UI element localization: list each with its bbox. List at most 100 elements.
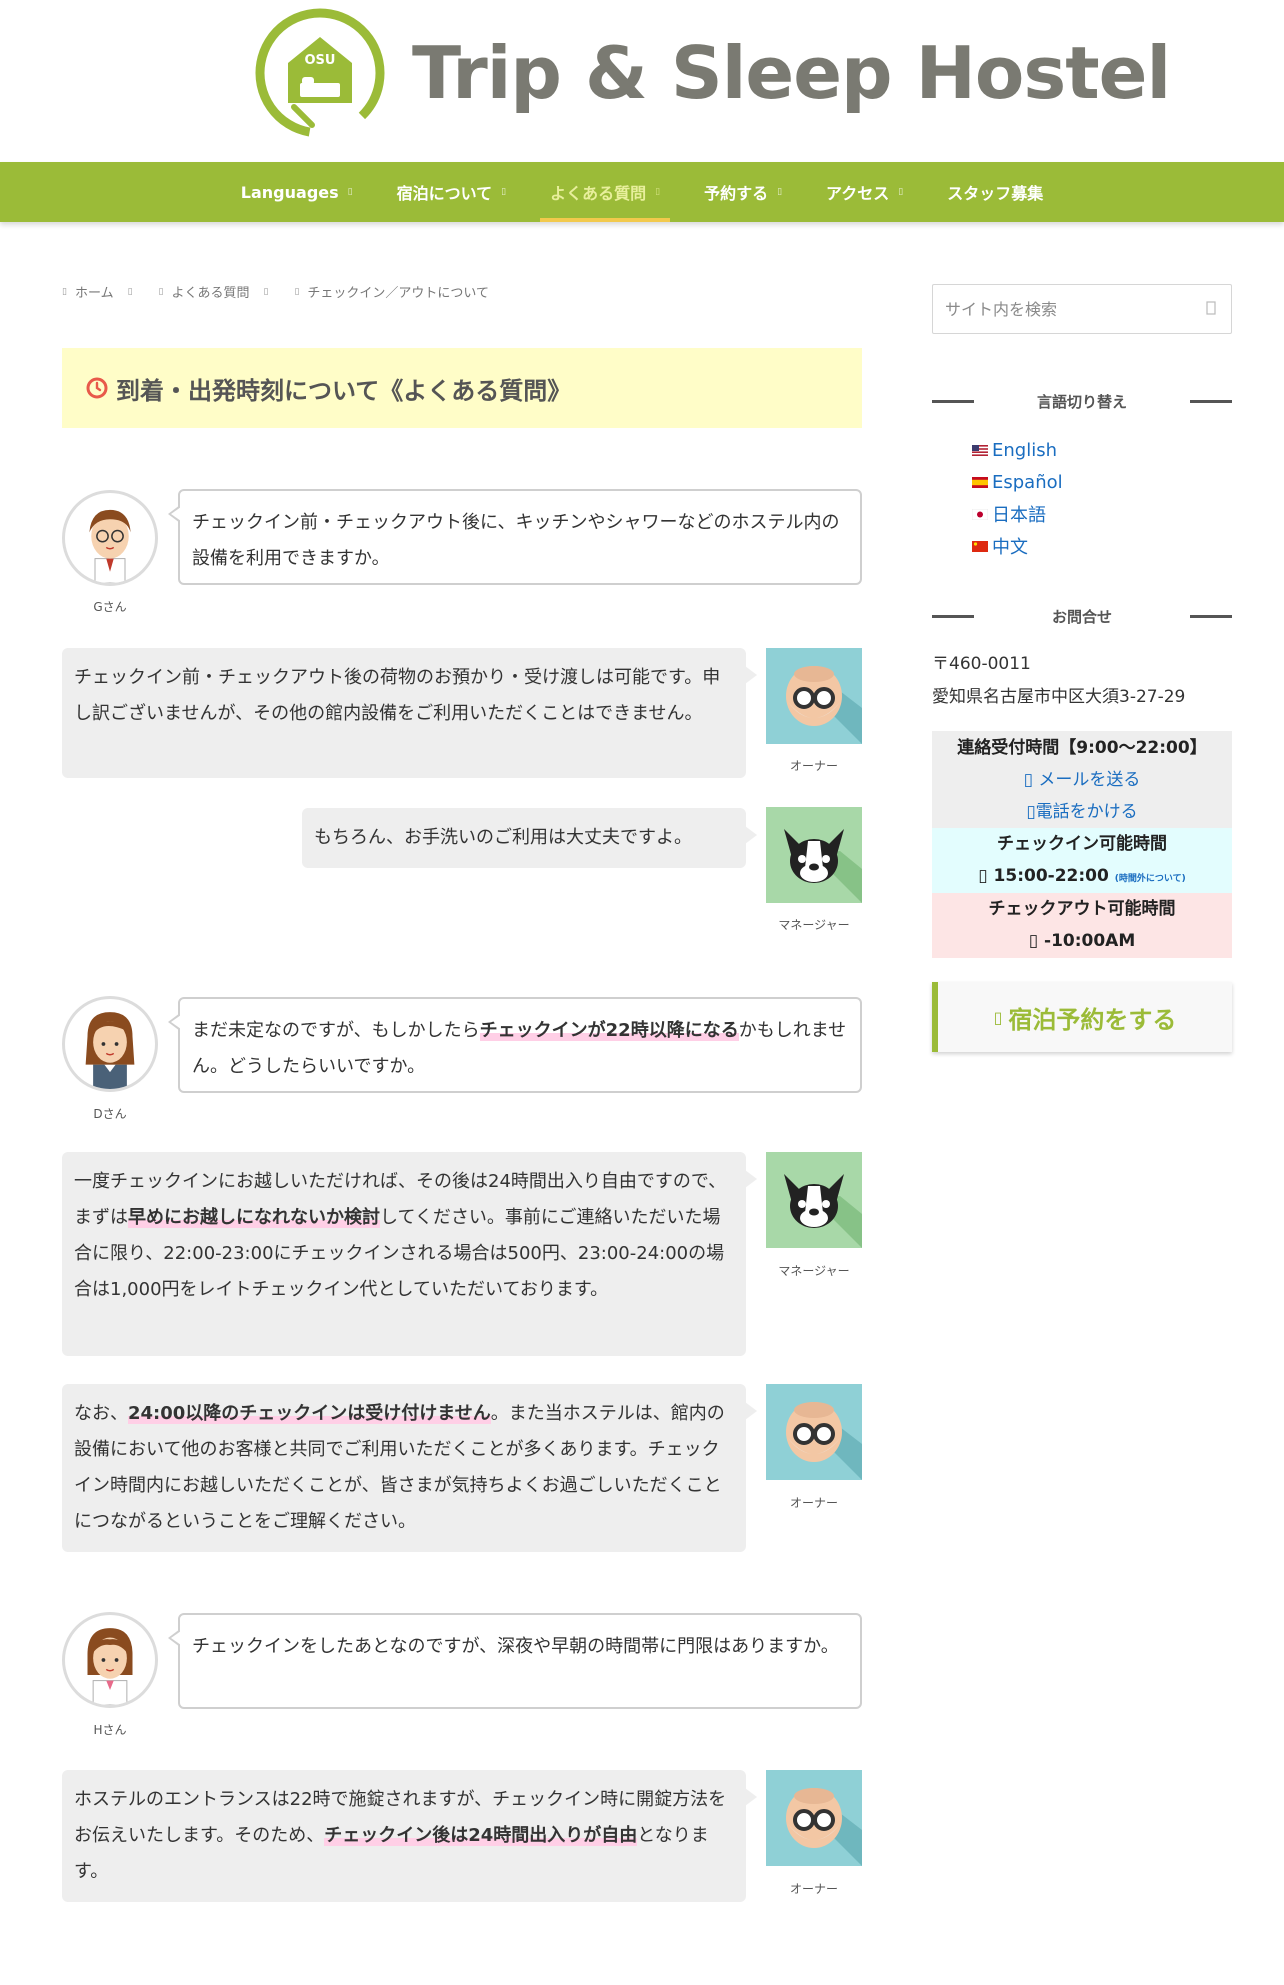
language-label: Español <box>992 471 1063 493</box>
phone-label: 電話をかける <box>1035 802 1138 822</box>
owner-face-icon <box>786 666 862 744</box>
speaker-name: マネージャー <box>778 1264 850 1278</box>
dropdown-caret-icon: ▯ <box>898 187 904 197</box>
answer-bubble: なお、24:00以降のチェックインは受け付けません。また当ホステルは、館内の設備… <box>62 1384 757 1552</box>
clock-icon <box>86 377 108 399</box>
site-logo[interactable]: OSU Trip & Sleep Hostel <box>254 8 1171 138</box>
breadcrumb-label: よくある質問 <box>171 286 250 301</box>
contact-info: 連絡受付時間【9:00〜22:00】 ▯ メールを送る ▯電話をかける チェック… <box>932 731 1232 958</box>
owner-face-icon <box>786 1402 862 1480</box>
reception-block: 連絡受付時間【9:00〜22:00】 ▯ メールを送る ▯電話をかける <box>932 731 1232 828</box>
speaker-name: オーナー <box>789 1496 838 1510</box>
hostel-logo-icon: OSU <box>255 8 385 138</box>
checkout-block: チェックアウト可能時間 ▯ -10:00AM <box>932 893 1232 958</box>
nav-item[interactable]: 予約する ▯ <box>682 162 804 222</box>
dropdown-caret-icon: ▯ <box>655 187 661 197</box>
reception-hours: 連絡受付時間【9:00〜22:00】 <box>957 738 1207 758</box>
nav-item[interactable]: アクセス ▯ <box>804 162 925 222</box>
home-icon: ▯ <box>62 286 67 297</box>
highlighted-text: 早めにお越しになれないか検討 <box>128 1207 380 1228</box>
answer-text: なお、 <box>74 1403 128 1424</box>
mail-label: メールを送る <box>1038 770 1141 790</box>
speaker-name: マネージャー <box>778 918 850 932</box>
china-flag-icon <box>972 540 988 552</box>
breadcrumb-item: ▯ チェックイン／アウトについて <box>294 282 489 301</box>
breadcrumb-separator-icon: ▯ <box>127 286 133 297</box>
dropdown-caret-icon: ▯ <box>347 187 353 197</box>
highlighted-text: チェックインが22時以降になる <box>479 1020 739 1041</box>
mail-icon: ▯ <box>1023 770 1033 790</box>
language-widget-title: 言語切り替え <box>932 389 1232 413</box>
language-link-japanese[interactable]: 日本語 <box>972 498 1063 530</box>
spain-flag-icon <box>972 476 988 488</box>
search-input[interactable] <box>933 285 1193 333</box>
reserve-icon: ▯ <box>993 1007 1003 1027</box>
site-title: Trip & Sleep Hostel <box>412 31 1171 115</box>
clock-icon: ▯ <box>978 866 988 886</box>
question-bubble: チェックイン前・チェックアウト後に、キッチンやシャワーなどのホステル内の設備を利… <box>168 489 862 585</box>
dog-face-icon <box>784 829 862 903</box>
nav-item[interactable]: 宿泊について ▯ <box>375 162 528 222</box>
search-box <box>932 284 1232 334</box>
answer-bubble: 一度チェックインにお越しいただければ、その後は24時間出入り自由ですので、まずは… <box>62 1152 757 1356</box>
avatar-g <box>62 490 158 586</box>
street-address: 愛知県名古屋市中区大須3-27-29 <box>932 687 1186 707</box>
highlighted-text: チェックイン後は24時間出入りが自由 <box>324 1825 638 1846</box>
site-header: OSU Trip & Sleep Hostel <box>0 0 1284 162</box>
nav-item[interactable]: よくある質問 ▯ <box>528 162 682 222</box>
breadcrumb-label: ホーム <box>74 286 114 301</box>
dropdown-caret-icon: ▯ <box>777 187 783 197</box>
avatar-manager <box>766 1152 862 1248</box>
avatar-owner <box>766 1770 862 1866</box>
highlighted-text: 24:00以降のチェックインは受け付けません <box>128 1403 491 1424</box>
breadcrumb-item[interactable]: ▯ よくある質問 ▯ <box>159 282 277 301</box>
postal-code: 〒460-0011 <box>932 654 1031 674</box>
nav-item-label: 宿泊について <box>396 184 493 203</box>
language-link-chinese[interactable]: 中文 <box>972 530 1063 562</box>
avatar-h <box>62 1612 158 1708</box>
checkout-time-row: ▯ -10:00AM <box>932 925 1232 957</box>
nav-item-label: アクセス <box>826 184 890 203</box>
nav-item[interactable]: スタッフ募集 <box>925 162 1065 222</box>
contact-widget-title: お問合せ <box>932 604 1232 628</box>
speaker-name: Dさん <box>93 1107 127 1121</box>
avatar-d <box>62 996 158 1092</box>
speaker-name: Hさん <box>93 1723 127 1737</box>
avatar-owner <box>766 648 862 744</box>
reserve-label: 宿泊予約をする <box>1008 1005 1177 1034</box>
nav-item-label: 予約する <box>704 184 769 203</box>
checkin-note-link[interactable]: (時間外について) <box>1115 874 1186 884</box>
us-flag-icon <box>972 444 988 456</box>
page-title-box: 到着・出発時刻について《よくある質問》 <box>62 348 862 428</box>
answer-bubble: ホステルのエントランスは22時で施錠されますが、チェックイン時に開錠方法をお伝え… <box>62 1770 757 1902</box>
nav-item-label: スタッフ募集 <box>947 184 1044 203</box>
call-phone-link[interactable]: ▯電話をかける <box>932 796 1232 828</box>
send-mail-link[interactable]: ▯ メールを送る <box>932 764 1232 796</box>
language-label: 中文 <box>992 537 1028 558</box>
avatar-manager <box>766 807 862 903</box>
search-icon[interactable] <box>1205 301 1219 315</box>
nav-item-label: Languages <box>240 182 339 202</box>
dog-face-icon <box>784 1174 862 1248</box>
checkin-block: チェックイン可能時間 ▯ 15:00-22:00 (時間外について) <box>932 828 1232 893</box>
nav-item[interactable]: Languages ▯ <box>219 162 375 222</box>
breadcrumb-item[interactable]: ▯ ホーム ▯ <box>62 282 141 301</box>
nav-item-label: よくある質問 <box>550 184 647 203</box>
main-nav: Languages ▯ 宿泊について ▯ よくある質問 ▯ 予約する ▯ アクセス ▯ スタッフ募集 <box>0 162 1284 222</box>
answer-bubble: チェックイン前・チェックアウト後の荷物のお預かり・受け渡しは可能です。申し訳ござ… <box>62 648 757 778</box>
language-label: 日本語 <box>992 505 1046 526</box>
reserve-button[interactable]: ▯ 宿泊予約をする <box>932 982 1232 1052</box>
breadcrumb: ▯ ホーム ▯ ▯ よくある質問 ▯ ▯ チェックイン／アウトについて <box>62 282 507 301</box>
speaker-name: オーナー <box>789 1882 838 1896</box>
checkout-time: -10:00AM <box>1044 931 1136 951</box>
language-link-english[interactable]: English <box>972 434 1063 466</box>
checkout-title: チェックアウト可能時間 <box>988 899 1176 919</box>
question-bubble: チェックインをしたあとなのですが、深夜や早朝の時間帯に門限はありますか。 <box>168 1613 862 1709</box>
language-list: English Español 日本語 中文 <box>972 434 1063 562</box>
checkin-time: 15:00-22:00 <box>993 866 1109 886</box>
woman-icon <box>85 1012 135 1089</box>
man-glasses-icon <box>89 509 131 583</box>
speaker-name: オーナー <box>789 759 838 773</box>
language-link-spanish[interactable]: Español <box>972 466 1063 498</box>
question-bubble: まだ未定なのですが、もしかしたらチェックインが22時以降になるかもしれません。ど… <box>168 997 862 1093</box>
